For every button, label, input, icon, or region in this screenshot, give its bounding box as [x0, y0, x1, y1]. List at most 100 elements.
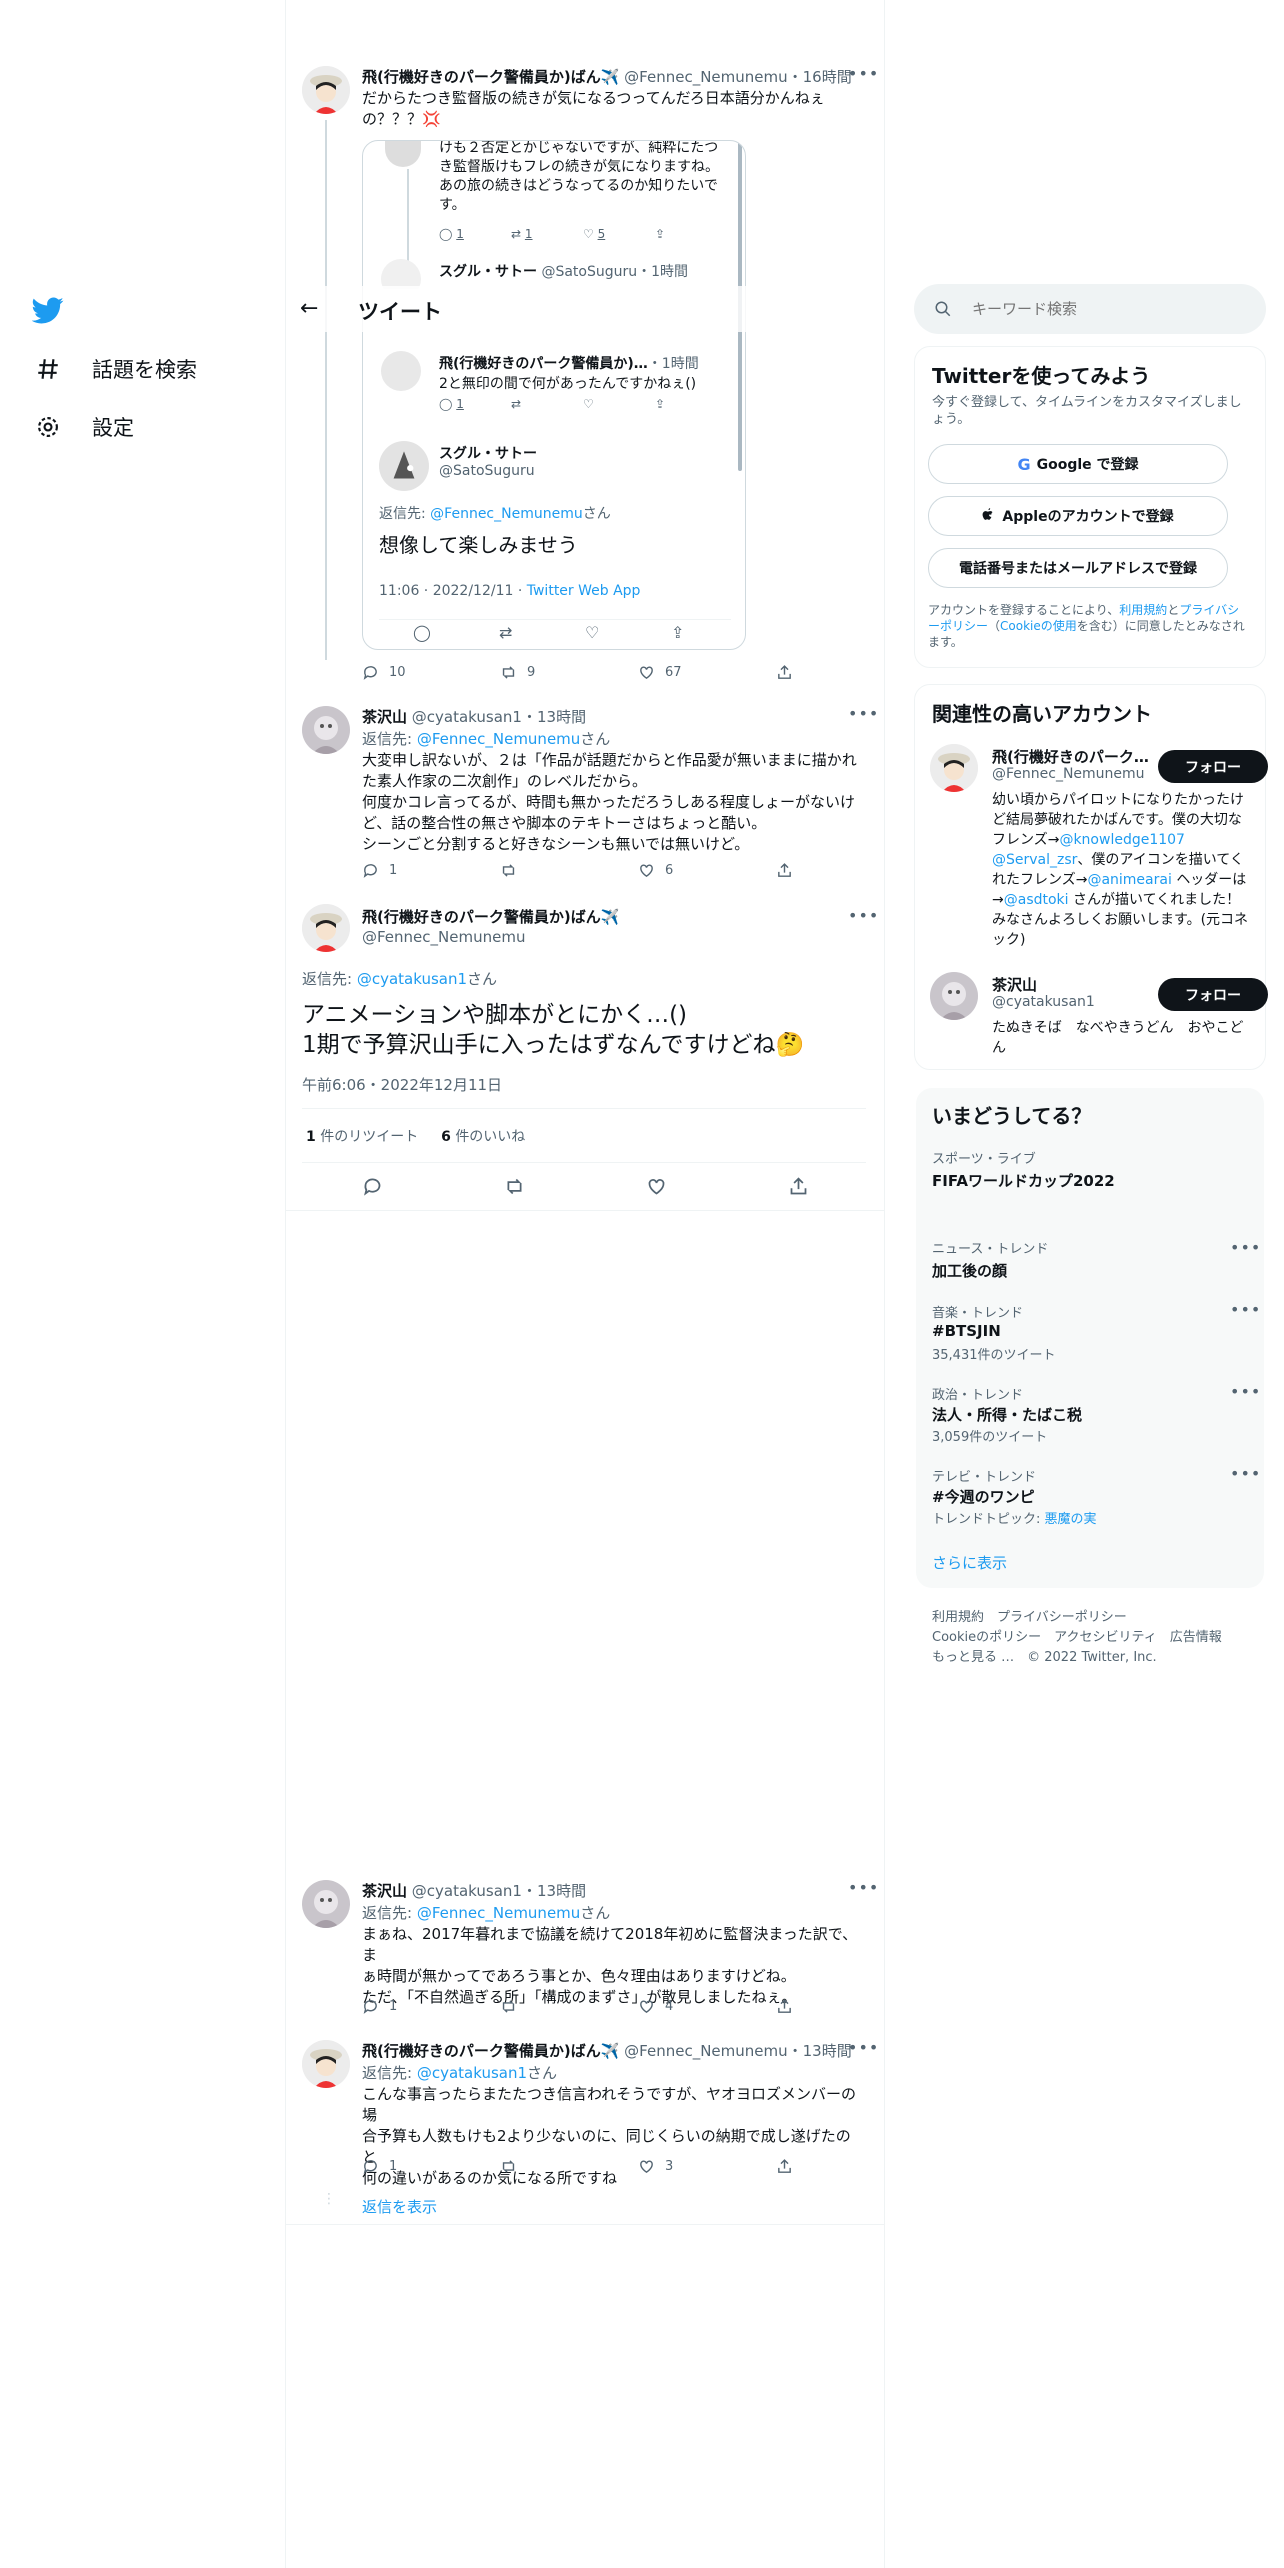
bio-mention-link[interactable]: @animearai	[1087, 872, 1171, 888]
nav-explore[interactable]: 話題を検索	[34, 354, 197, 384]
reply-button[interactable]: 1	[362, 862, 500, 879]
retweet-button[interactable]: 9	[500, 664, 638, 681]
author-handle[interactable]: @Fennec_Nemunemu	[624, 68, 787, 86]
trend-name[interactable]: #今週のワンピ	[932, 1486, 1035, 1507]
reply-to-link[interactable]: @Fennec_Nemunemu	[417, 1904, 580, 1922]
share-button[interactable]	[776, 1998, 803, 2015]
gear-icon	[34, 413, 62, 441]
retweet-button[interactable]	[504, 1176, 646, 1201]
like-button[interactable]	[646, 1176, 788, 1201]
trend-name[interactable]: 法人・所得・たばこ税	[932, 1404, 1082, 1425]
more-icon[interactable]: •••	[848, 2038, 879, 2057]
author-name[interactable]: 飛(行機好きのパーク警備員か)ばん✈️	[362, 68, 619, 86]
author-name[interactable]: 飛(行機好きのパーク警備員か)ばん✈️	[362, 2042, 619, 2060]
trend-name[interactable]: FIFAワールドカップ2022	[932, 1170, 1115, 1191]
author-name[interactable]: 茶沢山	[362, 1882, 407, 1900]
avatar[interactable]	[302, 904, 350, 952]
follow-button[interactable]: フォロー	[1158, 750, 1268, 783]
retweet-icon	[502, 666, 515, 679]
avatar	[385, 141, 421, 167]
reply-to-link[interactable]: @cyatakusan1	[417, 2064, 527, 2082]
phone-email-signup-button[interactable]: 電話番号またはメールアドレスで登録	[928, 548, 1228, 588]
author-handle[interactable]: @Fennec_Nemunemu	[624, 2042, 787, 2060]
image-main-name: スグル・サトー	[439, 446, 537, 462]
retweet-button[interactable]	[500, 862, 638, 879]
cookie-link[interactable]: Cookieの使用	[1000, 619, 1077, 633]
bio-mention-link[interactable]: @Serval_zsr	[992, 852, 1077, 868]
nav-settings[interactable]: 設定	[34, 412, 134, 442]
account-name[interactable]: 茶沢山	[992, 974, 1037, 995]
follow-button[interactable]: フォロー	[1158, 978, 1268, 1011]
more-icon[interactable]: •••	[1230, 1300, 1261, 1319]
twitter-logo-icon[interactable]	[31, 294, 64, 326]
image-row3: 飛(行機好きのパーク警備員か)…・1時間	[439, 356, 699, 372]
tweet-time[interactable]: ・13時間	[522, 1882, 586, 1900]
author-handle[interactable]: @Fennec_Nemunemu	[362, 928, 525, 946]
more-icon[interactable]: •••	[848, 64, 879, 83]
retweet-count[interactable]: 1	[306, 1129, 316, 1145]
tweet-time[interactable]: ・13時間	[788, 2042, 852, 2060]
like-button[interactable]: 3	[638, 2158, 776, 2175]
avatar[interactable]	[930, 744, 978, 792]
search-box[interactable]	[914, 284, 1266, 334]
account-name[interactable]: 飛(行機好きのパーク…	[992, 746, 1149, 767]
back-arrow-icon[interactable]: ←	[300, 296, 318, 321]
more-icon[interactable]: •••	[1230, 1464, 1261, 1483]
author-name[interactable]: 茶沢山	[362, 708, 407, 726]
terms-link[interactable]: 利用規約	[1119, 603, 1167, 617]
apple-signup-button[interactable]: Appleのアカウントで登録	[928, 496, 1228, 536]
author-handle[interactable]: @cyatakusan1	[412, 708, 522, 726]
account-handle[interactable]: @cyatakusan1	[992, 994, 1095, 1010]
like-button[interactable]: 6	[638, 862, 776, 879]
search-icon	[934, 300, 952, 318]
show-replies-link[interactable]: 返信を表示	[362, 2196, 437, 2217]
tweet-time[interactable]: ・13時間	[522, 708, 586, 726]
reply-button[interactable]: 1	[362, 2158, 500, 2175]
reply-to-link[interactable]: @cyatakusan1	[357, 970, 467, 988]
bio-mention-link[interactable]: @asdtoki	[1004, 892, 1069, 908]
signup-subtitle: 今すぐ登録して、タイムラインをカスタマイズしましょう。	[932, 395, 1242, 427]
footer-links-1[interactable]: 利用規約 プライバシーポリシー	[932, 1606, 1127, 1625]
avatar[interactable]	[302, 1880, 350, 1928]
avatar[interactable]	[302, 706, 350, 754]
share-button[interactable]	[788, 1176, 809, 1201]
trend-topic-link[interactable]: 悪魔の実	[1045, 1512, 1097, 1527]
trend-name[interactable]: 加工後の顔	[932, 1260, 1007, 1281]
reply-to-link[interactable]: @Fennec_Nemunemu	[417, 730, 580, 748]
share-button[interactable]	[776, 862, 803, 879]
tweet-text: だからたつき監督版の続きが気になるつってんだろ日本語分かんねぇの？？？💢	[362, 89, 825, 128]
more-icon[interactable]: •••	[1230, 1238, 1261, 1257]
share-button[interactable]	[776, 2158, 803, 2175]
search-input[interactable]	[972, 300, 1232, 318]
show-more-link[interactable]: さらに表示	[932, 1552, 1007, 1573]
like-count[interactable]: 6	[441, 1129, 451, 1145]
footer-links-2[interactable]: Cookieのポリシー アクセシビリティ 広告情報	[932, 1626, 1222, 1645]
more-icon[interactable]: •••	[1230, 1382, 1261, 1401]
author-handle[interactable]: @cyatakusan1	[412, 1882, 522, 1900]
reply-button[interactable]: 1	[362, 1998, 500, 2015]
reply-button[interactable]	[362, 1176, 504, 1201]
trend-name[interactable]: #BTSJIN	[932, 1322, 1001, 1340]
retweet-icon	[502, 2160, 515, 2173]
tweet-timestamp[interactable]: 午前6:06・2022年12月11日	[302, 1074, 502, 1095]
footer-links-3[interactable]: もっと見る … © 2022 Twitter, Inc.	[932, 1646, 1157, 1665]
like-button[interactable]: 67	[638, 664, 776, 681]
reply-button[interactable]: 10	[362, 664, 500, 681]
more-icon[interactable]: •••	[848, 704, 879, 723]
image-actions-row3: ◯ 1 ⇄ ♡ ⇪	[439, 397, 666, 411]
retweet-button[interactable]	[500, 1998, 638, 2015]
retweet-button[interactable]	[500, 2158, 638, 2175]
avatar[interactable]	[930, 972, 978, 1020]
avatar[interactable]	[302, 66, 350, 114]
bio-mention-link[interactable]: @knowledge1107	[1059, 832, 1185, 848]
tweet-image[interactable]: けも２否定とかじゃないですが、純粋にたつき監督版けもフレの続きが気になりますね。…	[362, 140, 746, 650]
google-signup-button[interactable]: G Google で登録	[928, 444, 1228, 484]
more-icon[interactable]: •••	[848, 906, 879, 925]
account-handle[interactable]: @Fennec_Nemunemu	[992, 766, 1145, 782]
more-icon[interactable]: •••	[848, 1878, 879, 1897]
avatar[interactable]	[302, 2040, 350, 2088]
share-button[interactable]	[776, 664, 803, 681]
author-name[interactable]: 飛(行機好きのパーク警備員か)ばん✈️	[362, 906, 619, 927]
like-button[interactable]: 4	[638, 1998, 776, 2015]
tweet-time[interactable]: ・16時間	[788, 68, 852, 86]
